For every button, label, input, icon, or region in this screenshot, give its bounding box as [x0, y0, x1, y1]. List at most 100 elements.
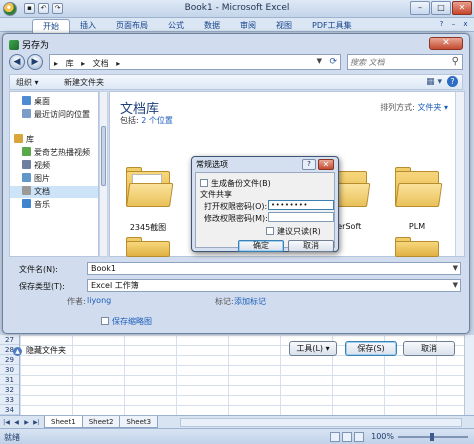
tab-pdf-tools[interactable]: PDF工具集	[302, 19, 362, 33]
status-bar: 就绪 100%	[0, 428, 474, 444]
refresh-icon[interactable]: ⟳	[329, 57, 337, 67]
page-break-view-button[interactable]	[354, 432, 364, 442]
normal-view-button[interactable]	[330, 432, 340, 442]
organize-button[interactable]: 组织 ▾	[16, 77, 39, 88]
checkbox[interactable]	[101, 317, 109, 325]
folder-label[interactable]: PLM	[377, 222, 457, 231]
next-sheet-icon[interactable]: ▶	[22, 418, 31, 427]
modify-password-input[interactable]	[268, 212, 334, 222]
folder-icon[interactable]	[395, 237, 439, 257]
folder-icon[interactable]	[395, 167, 443, 207]
nav-item-desktop[interactable]: 桌面	[10, 96, 98, 108]
forward-button[interactable]: ▶	[27, 54, 43, 70]
prev-sheet-icon[interactable]: ◀	[12, 418, 21, 427]
new-folder-button[interactable]: 新建文件夹	[64, 77, 104, 88]
author-value[interactable]: liyong	[87, 296, 111, 305]
file-sharing-heading: 文件共享	[200, 190, 232, 199]
address-bar[interactable]: ▸ 库 ▸ 文档 ▸ ▼ ⟳	[49, 54, 341, 70]
row-header[interactable]: 33	[0, 395, 19, 405]
ribbon-minimize-icon[interactable]: –	[449, 20, 458, 29]
nav-item-recent[interactable]: 最近访问的位置	[10, 109, 98, 121]
save-thumbnail-checkbox[interactable]: 保存缩略图	[101, 316, 152, 327]
search-input[interactable]	[350, 57, 446, 68]
arrange-by-dropdown[interactable]: 文件夹 ▾	[417, 103, 448, 112]
file-type-select[interactable]: Excel 工作簿 ▼	[87, 279, 461, 292]
breadcrumb-library[interactable]: 库	[66, 59, 74, 68]
nav-item-documents[interactable]: 文档	[10, 186, 98, 198]
sheet-tab-sheet1[interactable]: Sheet1	[44, 416, 83, 428]
search-box: ⚲	[347, 54, 463, 70]
tools-button[interactable]: 工具(L) ▾	[289, 341, 337, 356]
help-icon[interactable]: ?	[447, 76, 458, 87]
maximize-button[interactable]: □	[431, 1, 451, 15]
zoom-level[interactable]: 100%	[371, 432, 394, 441]
nav-item-music[interactable]: 音乐	[10, 199, 98, 211]
create-backup-checkbox[interactable]: 生成备份文件(B)	[200, 178, 271, 189]
first-sheet-icon[interactable]: |◀	[2, 418, 11, 427]
tab-home[interactable]: 开始	[32, 19, 70, 33]
horizontal-scrollbar[interactable]	[180, 418, 462, 427]
dialog-close-button[interactable]: ✕	[318, 159, 334, 170]
row-header[interactable]: 30	[0, 365, 19, 375]
tab-data[interactable]: 数据	[194, 19, 230, 33]
tab-view[interactable]: 视图	[266, 19, 302, 33]
close-button[interactable]: ✕	[452, 1, 472, 15]
checkbox[interactable]	[266, 227, 274, 235]
read-only-checkbox[interactable]: 建议只读(R)	[266, 226, 321, 237]
back-button[interactable]: ◀	[9, 54, 25, 70]
desktop-icon	[22, 96, 31, 105]
library-icon	[14, 134, 23, 143]
tags-label: 标记:	[215, 297, 234, 306]
view-options-icon[interactable]: ▦ ▾	[426, 77, 442, 87]
nav-scrollbar[interactable]	[99, 91, 108, 257]
cancel-button[interactable]: 取消	[288, 240, 334, 252]
row-header[interactable]: 32	[0, 385, 19, 395]
folder-icon[interactable]	[126, 167, 174, 207]
folder-label[interactable]: 2345截图	[108, 222, 188, 233]
nav-item-videos[interactable]: 视频	[10, 160, 98, 172]
cancel-button[interactable]: 取消	[403, 341, 455, 356]
library-locations-link[interactable]: 2 个位置	[141, 116, 173, 125]
page-layout-view-button[interactable]	[342, 432, 352, 442]
vertical-scrollbar[interactable]	[464, 335, 474, 415]
open-password-input[interactable]: ••••••••	[268, 200, 334, 210]
row-header[interactable]: 34	[0, 405, 19, 415]
zoom-slider[interactable]	[398, 433, 468, 441]
ok-button[interactable]: 确定	[238, 240, 284, 252]
checkbox[interactable]	[200, 179, 208, 187]
tab-insert[interactable]: 插入	[70, 19, 106, 33]
cell-grid[interactable]	[20, 335, 464, 415]
zoom-slider-thumb[interactable]	[430, 433, 434, 441]
row-header[interactable]: 27	[0, 335, 19, 345]
chevron-down-icon[interactable]: ▼	[453, 280, 458, 291]
pictures-icon	[22, 173, 31, 182]
nav-scrollbar-thumb[interactable]	[101, 126, 106, 186]
dialog-close-button[interactable]: ✕	[429, 37, 463, 50]
hide-folders-button[interactable]: ▲ 隐藏文件夹	[13, 345, 66, 356]
chevron-down-icon[interactable]: ▼	[317, 57, 322, 65]
breadcrumb-documents[interactable]: 文档	[93, 59, 109, 68]
tab-review[interactable]: 审阅	[230, 19, 266, 33]
tags-value[interactable]: 添加标记	[234, 296, 266, 307]
row-header[interactable]: 31	[0, 375, 19, 385]
save-button[interactable]: 保存(S)	[345, 341, 397, 356]
minimize-button[interactable]: –	[410, 1, 430, 15]
search-icon[interactable]: ⚲	[452, 56, 459, 67]
row-header[interactable]: 29	[0, 355, 19, 365]
filename-input[interactable]: Book1 ▼	[87, 262, 461, 275]
last-sheet-icon[interactable]: ▶|	[32, 418, 41, 427]
dialog-title: 另存为	[9, 38, 49, 51]
tab-formulas[interactable]: 公式	[158, 19, 194, 33]
folder-icon[interactable]	[126, 237, 170, 257]
sheet-tab-sheet2[interactable]: Sheet2	[81, 416, 121, 428]
nav-item-pictures[interactable]: 图片	[10, 173, 98, 185]
help-button[interactable]: ?	[302, 159, 316, 170]
nav-item-libraries[interactable]: 库	[10, 134, 98, 146]
nav-item-iqiyi[interactable]: 爱奇艺热播视频	[10, 147, 98, 159]
tab-page-layout[interactable]: 页面布局	[106, 19, 158, 33]
ribbon-close-icon[interactable]: x	[461, 20, 470, 29]
content-scrollbar[interactable]	[455, 92, 464, 256]
sheet-tab-sheet3[interactable]: Sheet3	[119, 416, 159, 428]
chevron-down-icon[interactable]: ▼	[453, 263, 458, 274]
help-icon[interactable]: ?	[437, 20, 446, 29]
